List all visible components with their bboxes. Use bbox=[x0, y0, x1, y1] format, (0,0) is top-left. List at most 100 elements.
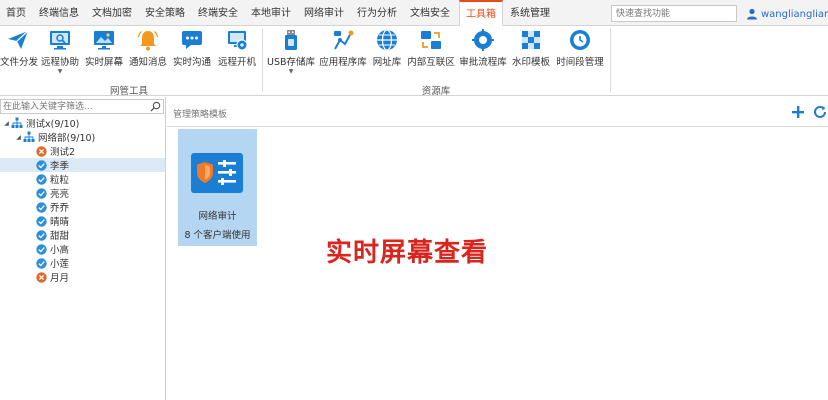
button-label: 应用程序库 bbox=[319, 57, 367, 68]
tree-node-label: 小莲 bbox=[50, 259, 70, 270]
online-check-icon bbox=[35, 257, 47, 269]
tree-node-client[interactable]: 甜甜 bbox=[0, 228, 165, 242]
tree-node-label: 甜甜 bbox=[50, 231, 70, 242]
group-label-network-tools: 网管工具 bbox=[109, 86, 148, 97]
approval-flow-icon bbox=[472, 29, 494, 51]
group-label-resource-library: 资源库 bbox=[421, 86, 451, 97]
paper-plane-icon bbox=[8, 30, 29, 49]
tree-node-label: 乔乔 bbox=[50, 203, 70, 214]
card-title: 网络审计 bbox=[198, 211, 237, 222]
globe-icon bbox=[377, 29, 397, 51]
tree-node-label: 粒粒 bbox=[50, 175, 70, 186]
tab-doc-security[interactable]: 文档安全 bbox=[405, 0, 455, 26]
tab-security-policy[interactable]: 安全策略 bbox=[140, 0, 190, 26]
tab-doc-encrypt[interactable]: 文档加密 bbox=[87, 0, 137, 26]
tree-node-client[interactable]: 测试2 bbox=[0, 144, 165, 158]
remote-assist-button[interactable]: 远程协助 ▼ bbox=[40, 26, 80, 82]
tree-node-client[interactable]: 粒粒 bbox=[0, 172, 165, 186]
button-label: 内部互联区 bbox=[407, 57, 455, 68]
tab-toolbox[interactable]: 工具箱 bbox=[459, 0, 503, 27]
realtime-chat-button[interactable]: 实时沟通 bbox=[172, 26, 212, 82]
add-icon[interactable] bbox=[790, 104, 806, 120]
tree-node-client[interactable]: 晴晴 bbox=[0, 214, 165, 228]
tree-node-label: 晴晴 bbox=[50, 217, 70, 228]
policy-template-card[interactable]: 网络审计 8 个客户端使用 bbox=[178, 129, 257, 246]
interconnect-icon bbox=[421, 31, 441, 49]
bell-icon bbox=[137, 30, 159, 51]
monitor-icon bbox=[94, 31, 114, 50]
button-label: 水印模板 bbox=[511, 57, 550, 68]
tab-home[interactable]: 首页 bbox=[2, 0, 30, 26]
interconnect-zone-button[interactable]: 内部互联区 bbox=[406, 26, 456, 82]
chevron-down-icon: ▼ bbox=[57, 68, 63, 75]
tree-node-client[interactable]: 李季 bbox=[0, 158, 165, 172]
button-label: USB存储库 bbox=[266, 57, 315, 68]
remote-boot-icon bbox=[228, 31, 248, 51]
button-label: 远程协助 bbox=[40, 57, 79, 68]
tree-node-group[interactable]: ◢ 测试x(9/10) bbox=[0, 116, 165, 130]
tree-filter-input[interactable] bbox=[1, 100, 149, 113]
tab-behavior-analysis[interactable]: 行为分析 bbox=[352, 0, 402, 26]
usb-library-button[interactable]: USB存储库 ▼ bbox=[266, 26, 316, 82]
tree-search-box bbox=[0, 99, 164, 114]
ribbon-toolbar: 文件分发 远程协助 ▼ 实时屏幕 通知消息 实时沟通 远程开机 网管工具 USB… bbox=[0, 26, 828, 97]
tab-network-audit[interactable]: 网络审计 bbox=[299, 0, 349, 26]
card-usage-count: 8 个客户端使用 bbox=[184, 230, 251, 241]
online-check-icon bbox=[35, 243, 47, 255]
watermark-template-button[interactable]: 水印模板 bbox=[510, 26, 552, 82]
online-check-icon bbox=[35, 159, 47, 171]
chat-icon bbox=[182, 31, 202, 49]
tree-node-client[interactable]: 月月 bbox=[0, 270, 165, 284]
group-divider bbox=[262, 28, 263, 92]
tree-node-group[interactable]: ◢ 网络部(9/10) bbox=[0, 130, 165, 144]
user-account[interactable]: wangliangliang bbox=[746, 6, 828, 22]
tab-terminal-security[interactable]: 终端安全 bbox=[193, 0, 243, 26]
expand-toggle-icon[interactable]: ◢ bbox=[2, 120, 11, 127]
tree-node-client[interactable]: 小莲 bbox=[0, 256, 165, 270]
time-period-button[interactable]: 时间段管理 bbox=[554, 26, 606, 82]
search-icon[interactable] bbox=[150, 101, 161, 112]
online-check-icon bbox=[35, 229, 47, 241]
tree-node-label: 网络部(9/10) bbox=[38, 133, 96, 144]
tree-node-label: 月月 bbox=[50, 273, 70, 284]
tree-node-client[interactable]: 小高 bbox=[0, 242, 165, 256]
notify-message-button[interactable]: 通知消息 bbox=[128, 26, 168, 82]
chevron-down-icon: ▼ bbox=[288, 68, 294, 75]
offline-x-icon bbox=[35, 145, 47, 157]
button-label: 实时沟通 bbox=[172, 57, 211, 68]
org-tree-icon bbox=[23, 131, 35, 143]
file-distribute-button[interactable]: 文件分发 bbox=[0, 26, 38, 82]
clock-gear-icon bbox=[570, 30, 590, 50]
tab-system-management[interactable]: 系统管理 bbox=[505, 0, 555, 26]
tree-node-label: 小高 bbox=[50, 245, 70, 256]
online-check-icon bbox=[35, 187, 47, 199]
button-label: 远程开机 bbox=[217, 57, 256, 68]
button-label: 网址库 bbox=[372, 57, 402, 68]
app-library-button[interactable]: 应用程序库 bbox=[318, 26, 368, 82]
app-library-icon bbox=[334, 30, 354, 50]
expand-toggle-icon[interactable]: ◢ bbox=[14, 134, 23, 141]
tree-node-label: 李季 bbox=[50, 161, 70, 172]
tab-terminal-info[interactable]: 终端信息 bbox=[34, 0, 84, 26]
app-window: 首页 终端信息 文档加密 安全策略 终端安全 本地审计 网络审计 行为分析 文档… bbox=[0, 0, 828, 400]
tree-node-label: 亮亮 bbox=[50, 189, 70, 200]
network-audit-icon bbox=[191, 153, 243, 193]
approval-flow-button[interactable]: 审批流程库 bbox=[458, 26, 508, 82]
tab-local-audit[interactable]: 本地审计 bbox=[246, 0, 296, 26]
remote-boot-button[interactable]: 远程开机 bbox=[216, 26, 258, 82]
tree-node-client[interactable]: 亮亮 bbox=[0, 186, 165, 200]
quick-search-input[interactable] bbox=[611, 5, 737, 22]
org-tree-icon bbox=[11, 117, 23, 129]
watermark-icon bbox=[522, 31, 540, 49]
username: wangliangliang bbox=[761, 8, 828, 20]
realtime-screen-button[interactable]: 实时屏幕 bbox=[84, 26, 124, 82]
refresh-icon[interactable] bbox=[812, 104, 828, 120]
button-label: 审批流程库 bbox=[459, 57, 507, 68]
tree-node-label: 测试x(9/10) bbox=[26, 119, 80, 130]
organization-tree-panel: ◢测试x(9/10)◢网络部(9/10)测试2李季粒粒亮亮乔乔晴晴甜甜小高小莲月… bbox=[0, 97, 166, 400]
usb-icon bbox=[285, 30, 297, 50]
remote-assist-icon bbox=[50, 31, 70, 50]
url-library-button[interactable]: 网址库 bbox=[370, 26, 404, 82]
tree-node-client[interactable]: 乔乔 bbox=[0, 200, 165, 214]
online-check-icon bbox=[35, 215, 47, 227]
